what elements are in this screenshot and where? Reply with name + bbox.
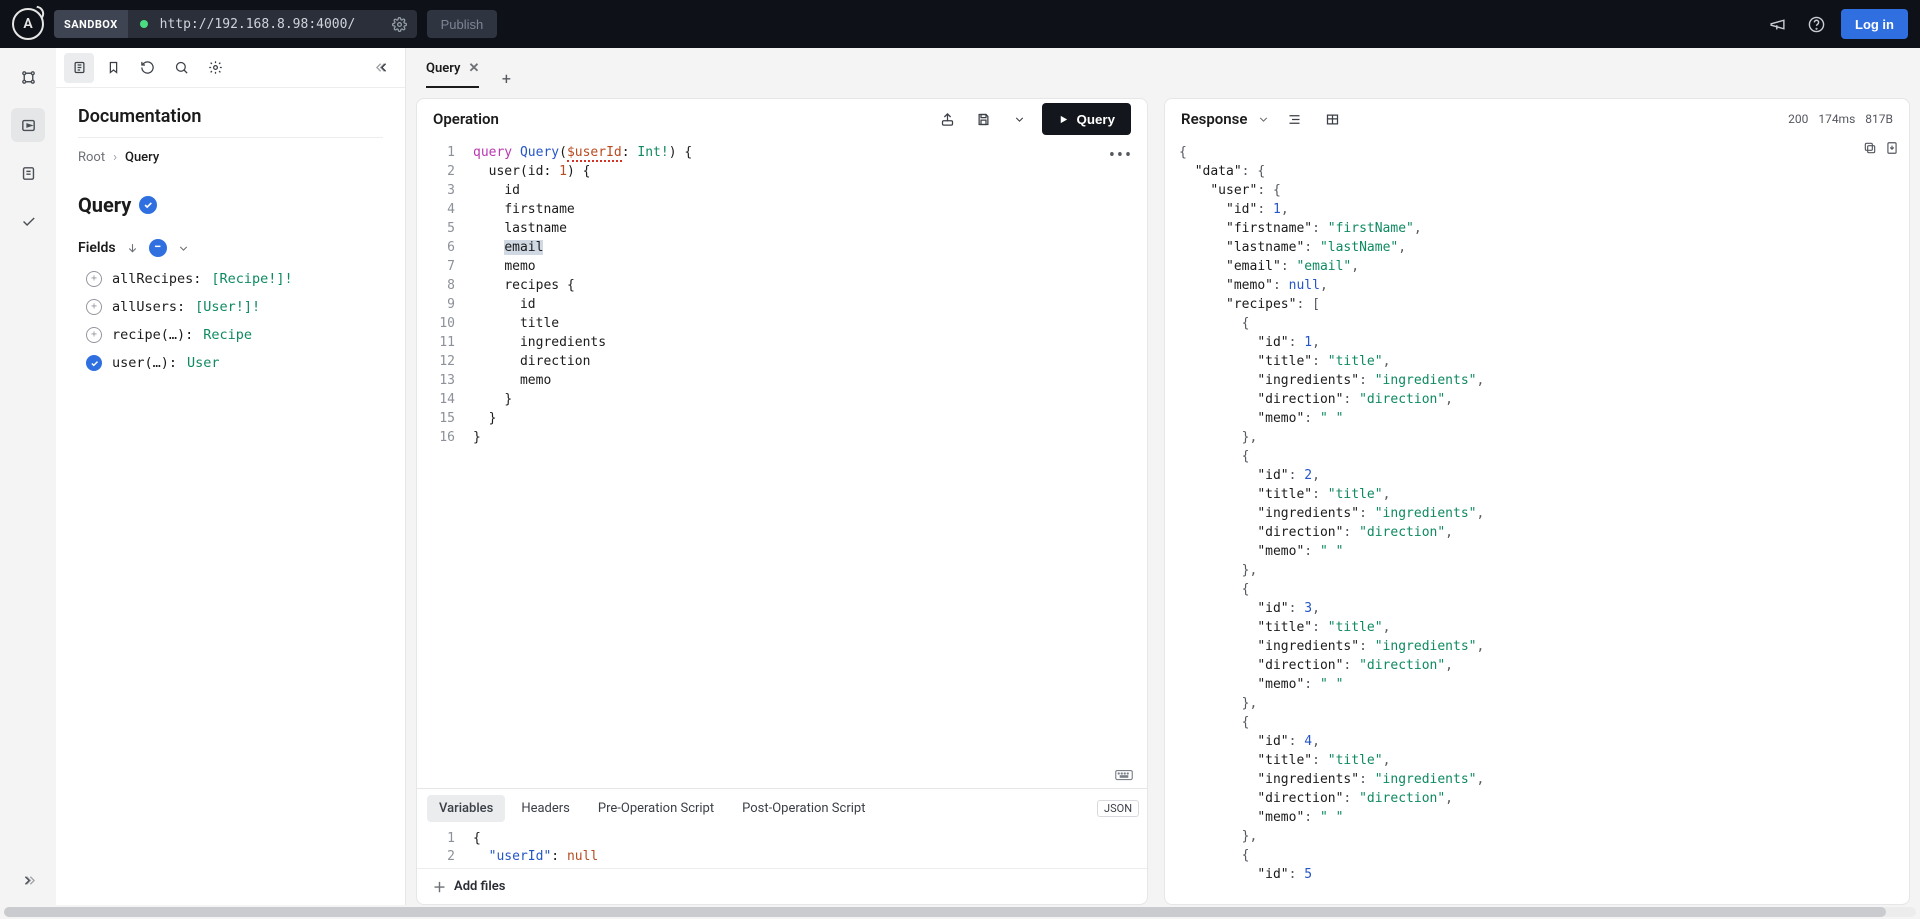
help-icon[interactable] — [1802, 10, 1831, 39]
add-files-button[interactable]: ＋ Add files — [417, 868, 1147, 904]
plus-icon[interactable]: + — [86, 271, 102, 287]
field-name: allUsers: — [112, 299, 185, 315]
sandbox-badge: SANDBOX — [54, 10, 128, 38]
operation-editor[interactable]: 12345678910111213141516 query Query($use… — [417, 139, 1147, 788]
operation-panel: Operation Query 123 — [416, 98, 1148, 905]
tab-post-script[interactable]: Post-Operation Script — [730, 795, 877, 822]
tab-add-button[interactable]: + — [491, 69, 521, 88]
status-code: 200 — [1788, 112, 1808, 126]
collapse-panel-icon[interactable] — [367, 53, 397, 83]
breadcrumb: Root › Query — [78, 138, 383, 177]
fields-label: Fields — [78, 240, 116, 256]
breadcrumb-current: Query — [125, 150, 159, 165]
run-query-button[interactable]: Query — [1042, 103, 1132, 135]
tab-variables[interactable]: Variables — [427, 795, 505, 822]
login-button[interactable]: Log in — [1841, 9, 1908, 39]
field-type: User — [187, 355, 220, 371]
arrow-down-icon[interactable] — [126, 242, 139, 255]
apollo-logo[interactable]: A — [12, 8, 44, 40]
endpoint-url[interactable]: http://192.168.8.98:4000/ — [160, 17, 380, 32]
field-name: recipe(…): — [112, 327, 193, 343]
tab-pre-script[interactable]: Pre-Operation Script — [586, 795, 726, 822]
chevron-right-icon: › — [113, 150, 117, 165]
doc-toolbar — [56, 48, 405, 88]
field-type: [User!]! — [195, 299, 260, 315]
gear-icon[interactable] — [392, 17, 407, 32]
topbar: A SANDBOX http://192.168.8.98:4000/ Publ… — [0, 0, 1920, 48]
main: Documentation Root › Query Query Fields … — [0, 48, 1920, 905]
check-icon[interactable] — [139, 196, 157, 214]
variables-editor[interactable]: JSON 12 { "userId": null — [417, 828, 1147, 868]
doc-panel: Documentation Root › Query Query Fields … — [56, 48, 406, 905]
close-icon[interactable]: ✕ — [468, 61, 479, 76]
gear-icon[interactable] — [200, 53, 230, 83]
chevron-down-icon[interactable] — [177, 242, 190, 255]
plus-icon[interactable]: + — [86, 299, 102, 315]
bottom-pane: Variables Headers Pre-Operation Script P… — [417, 788, 1147, 904]
plus-icon[interactable]: + — [86, 327, 102, 343]
keyboard-icon[interactable] — [1115, 768, 1133, 782]
download-icon[interactable] — [1885, 141, 1899, 155]
fields-list: + allRecipes: [Recipe!]! + allUsers: [User!… — [78, 265, 383, 377]
more-icon[interactable]: ••• — [1109, 145, 1133, 166]
field-type: Recipe — [203, 327, 252, 343]
field-name: user(…): — [112, 355, 177, 371]
save-icon[interactable] — [970, 105, 998, 133]
response-time: 174ms — [1818, 112, 1855, 126]
copy-icon[interactable] — [1863, 141, 1877, 155]
response-body[interactable]: { "data": { "user": { "id": 1, "firstnam… — [1165, 139, 1909, 904]
share-icon[interactable] — [934, 105, 962, 133]
announce-icon[interactable] — [1763, 10, 1792, 39]
field-type: [Recipe!]! — [211, 271, 292, 287]
plus-icon: ＋ — [433, 877, 446, 896]
sandbox-url-bar[interactable]: SANDBOX http://192.168.8.98:4000/ — [54, 10, 417, 38]
bookmark-icon[interactable] — [98, 53, 128, 83]
workspace: Query ✕ + Operation — [406, 48, 1920, 905]
search-icon[interactable] — [166, 53, 196, 83]
tab-label: Query — [426, 61, 460, 76]
rail-schema-icon[interactable] — [11, 60, 45, 94]
rail-checks-icon[interactable] — [11, 204, 45, 238]
tab-headers[interactable]: Headers — [509, 795, 582, 822]
breadcrumb-root[interactable]: Root — [78, 150, 105, 165]
add-files-label: Add files — [454, 879, 505, 894]
minus-icon[interactable]: − — [149, 239, 167, 257]
json-badge: JSON — [1097, 800, 1139, 817]
type-name: Query — [78, 193, 131, 217]
rail-expand-icon[interactable] — [11, 863, 45, 897]
field-row[interactable]: + allUsers: [User!]! — [78, 293, 383, 321]
field-row[interactable]: user(…): User — [78, 349, 383, 377]
publish-button[interactable]: Publish — [427, 10, 498, 38]
format-icon[interactable] — [1280, 105, 1308, 133]
tab-query[interactable]: Query ✕ — [416, 48, 489, 88]
history-icon[interactable] — [132, 53, 162, 83]
response-size: 817B — [1865, 112, 1893, 126]
left-rail — [0, 48, 56, 905]
doc-title: Documentation — [78, 96, 383, 138]
field-name: allRecipes: — [112, 271, 201, 287]
chevron-down-icon[interactable] — [1006, 105, 1034, 133]
tabs-bar: Query ✕ + — [406, 48, 1920, 88]
rail-diff-icon[interactable] — [11, 156, 45, 190]
run-button-label: Query — [1077, 112, 1116, 127]
field-row[interactable]: + allRecipes: [Recipe!]! — [78, 265, 383, 293]
doc-docs-icon[interactable] — [64, 53, 94, 83]
response-title: Response — [1181, 110, 1247, 128]
rail-explorer-icon[interactable] — [11, 108, 45, 142]
table-icon[interactable] — [1318, 105, 1346, 133]
operation-title: Operation — [433, 110, 926, 128]
status-dot-icon — [140, 20, 148, 28]
response-panel: Response 200 174ms 817B — [1164, 98, 1910, 905]
horizontal-scrollbar[interactable] — [0, 905, 1920, 919]
check-icon[interactable] — [86, 355, 102, 371]
chevron-down-icon[interactable] — [1257, 113, 1270, 126]
field-row[interactable]: + recipe(…): Recipe — [78, 321, 383, 349]
